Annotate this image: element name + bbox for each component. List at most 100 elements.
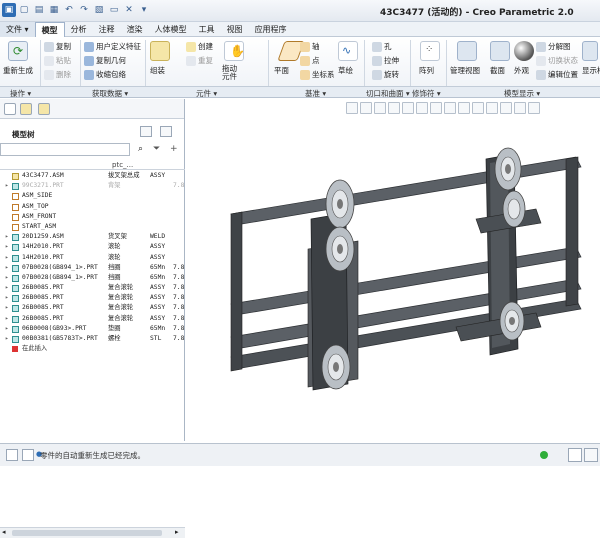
smart-filter-dropdown[interactable] <box>584 448 598 462</box>
sketch-button[interactable]: 草绘 <box>338 65 353 76</box>
tree-row[interactable]: ▸ 07B0028(GB894_1>.PRT 挡圈 65Mn 7.8 <box>0 263 185 273</box>
new-icon[interactable]: ▢ <box>17 3 31 17</box>
roller[interactable] <box>321 344 351 390</box>
hole-button[interactable]: 孔 <box>372 41 392 52</box>
model-tree-tab-icon[interactable] <box>4 103 16 115</box>
roller[interactable] <box>499 301 525 341</box>
tree-row[interactable]: 43C3477.ASM 拔叉架总成 ASSY <box>0 171 185 181</box>
tree-row[interactable]: ▸ 26B0085.PRT 复合滚轮 ASSY 7.8 <box>0 303 185 313</box>
tree-row[interactable]: ▸ 26B0085.PRT 复合滚轮 ASSY 7.8 <box>0 293 185 303</box>
tab-applications[interactable]: 应用程序 <box>249 22 293 37</box>
paste-button[interactable]: 粘贴 <box>44 55 71 66</box>
scroll-left-icon[interactable]: ◂ <box>2 528 6 536</box>
column-ptc[interactable]: ptc_... <box>112 161 133 169</box>
zoom-out-icon[interactable] <box>374 102 386 114</box>
tree-row[interactable]: ▸ 20D1259.ASM 货叉架 WELD <box>0 232 185 242</box>
tree-row[interactable]: ▸ 06B0008(GB93>.PRT 垫圈 65Mn 7.8 <box>0 324 185 334</box>
axis-button[interactable]: 轴 <box>300 41 320 52</box>
favorites-tab-icon[interactable] <box>38 103 50 115</box>
tree-settings-icon[interactable] <box>140 126 152 137</box>
expand-icon[interactable]: ▸ <box>5 314 9 324</box>
annotations-icon[interactable] <box>500 102 512 114</box>
csys-button[interactable]: 坐标系 <box>300 69 335 80</box>
copy-button[interactable]: 复制 <box>44 41 71 52</box>
expand-icon[interactable]: ▸ <box>5 253 9 263</box>
find-icon[interactable]: ⌕ <box>138 144 143 154</box>
pause-icon[interactable] <box>528 102 540 114</box>
repaint-icon[interactable] <box>388 102 400 114</box>
datum-points-icon[interactable] <box>458 102 470 114</box>
group-operations[interactable]: 操作 ▾ <box>10 88 31 99</box>
filter-icon[interactable]: ⏷ <box>153 144 160 154</box>
assemble-icon[interactable] <box>150 41 170 61</box>
tree-row[interactable]: ▸ 99C3271.PRT 背架 7.8 <box>0 181 185 191</box>
group-component[interactable]: 元件 ▾ <box>196 88 217 99</box>
message-log-icon[interactable] <box>6 449 18 461</box>
expand-icon[interactable]: ▸ <box>5 273 9 283</box>
regenerate-button[interactable]: 重新生成 <box>3 65 33 76</box>
tree-search-input[interactable] <box>0 143 130 156</box>
delete-button[interactable]: 删除 <box>44 69 71 80</box>
tab-tools[interactable]: 工具 <box>193 22 221 37</box>
group-model-display[interactable]: 模型显示 ▾ <box>504 88 540 99</box>
tree-row[interactable]: START_ASM <box>0 222 185 232</box>
expand-icon[interactable]: ▸ <box>5 263 9 273</box>
display-style-button[interactable]: 显示样式 <box>582 65 600 76</box>
customize-icon[interactable]: ▾ <box>137 3 151 17</box>
spin-center-icon[interactable] <box>486 102 498 114</box>
section-button[interactable]: 截面 <box>490 65 505 76</box>
tree-row[interactable]: ASM_TOP <box>0 202 185 212</box>
assembly-model[interactable] <box>186 99 600 441</box>
tab-manikin[interactable]: 人体模型 <box>149 22 193 37</box>
tree-row[interactable]: ASM_FRONT <box>0 212 185 222</box>
expand-icon[interactable]: ▸ <box>5 181 9 191</box>
drag-components-button[interactable]: 拖动 元件 <box>222 65 237 81</box>
drag-hand-icon[interactable]: ✋ <box>224 41 245 61</box>
regenerate-icon[interactable]: ⟳ <box>8 41 28 61</box>
folder-browser-tab-icon[interactable] <box>20 103 32 115</box>
tab-view[interactable]: 视图 <box>221 22 249 37</box>
layers-icon[interactable] <box>514 102 526 114</box>
tree-row[interactable]: ▸ 14H2010.PRT 滚轮 ASSY <box>0 253 185 263</box>
roller[interactable] <box>502 190 526 228</box>
scroll-right-icon[interactable]: ▸ <box>175 528 179 536</box>
tree-row[interactable]: ▸ 00B0381(GB5783T>.PRT 螺栓 STL 7.8 <box>0 334 185 344</box>
expand-icon[interactable]: ▸ <box>5 303 9 313</box>
left-upright[interactable] <box>230 211 243 372</box>
expand-icon[interactable]: ▸ <box>5 232 9 242</box>
window-icon[interactable]: ▭ <box>107 3 121 17</box>
regenerate-icon[interactable]: ▧ <box>92 3 106 17</box>
fullscreen-icon[interactable] <box>22 449 34 461</box>
show-options-icon[interactable] <box>160 126 172 137</box>
pattern-button[interactable]: 阵列 <box>419 65 434 76</box>
point-button[interactable]: 点 <box>300 55 320 66</box>
csys-display-icon[interactable] <box>472 102 484 114</box>
undo-icon[interactable]: ↶ <box>62 3 76 17</box>
toggle-status-button[interactable]: 切换状态 <box>536 55 578 66</box>
tree-row[interactable]: ASM_SIDE <box>0 191 185 201</box>
horizontal-scrollbar[interactable]: ◂ ▸ <box>0 527 185 538</box>
tree-row[interactable]: ▸ 14H2010.PRT 滚轮 ASSY <box>0 242 185 252</box>
expand-icon[interactable]: ▸ <box>5 293 9 303</box>
save-icon[interactable]: ▦ <box>47 3 61 17</box>
tab-file[interactable]: 文件 ▾ <box>0 22 35 37</box>
expand-icon[interactable]: ▸ <box>5 242 9 252</box>
tab-model[interactable]: 模型 <box>34 22 65 37</box>
create-button[interactable]: 创建 <box>186 41 213 52</box>
shrinkwrap-button[interactable]: 收缩包络 <box>84 69 126 80</box>
zoom-in-icon[interactable] <box>360 102 372 114</box>
tree-row[interactable]: ▸ 26B0085.PRT 复合滚轮 ASSY 7.8 <box>0 283 185 293</box>
group-cuts-surfaces[interactable]: 切口和曲面 ▾ <box>366 88 410 99</box>
sketch-icon[interactable]: ∿ <box>338 41 358 61</box>
copy-geometry-button[interactable]: 复制几何 <box>84 55 126 66</box>
scroll-thumb[interactable] <box>12 530 162 536</box>
tab-annotate[interactable]: 注释 <box>93 22 121 37</box>
roller[interactable] <box>494 147 522 191</box>
refit-icon[interactable] <box>346 102 358 114</box>
datum-planes-icon[interactable] <box>430 102 442 114</box>
manage-views-button[interactable]: 管理视图 <box>450 65 480 76</box>
appearance-gallery-button[interactable]: 外观 <box>514 65 529 76</box>
tree-row[interactable]: ▸ 07B0028(GB894_1>.PRT 挡圈 65Mn 7.8 <box>0 273 185 283</box>
appearance-icon[interactable] <box>514 41 534 61</box>
tab-analysis[interactable]: 分析 <box>65 22 93 37</box>
